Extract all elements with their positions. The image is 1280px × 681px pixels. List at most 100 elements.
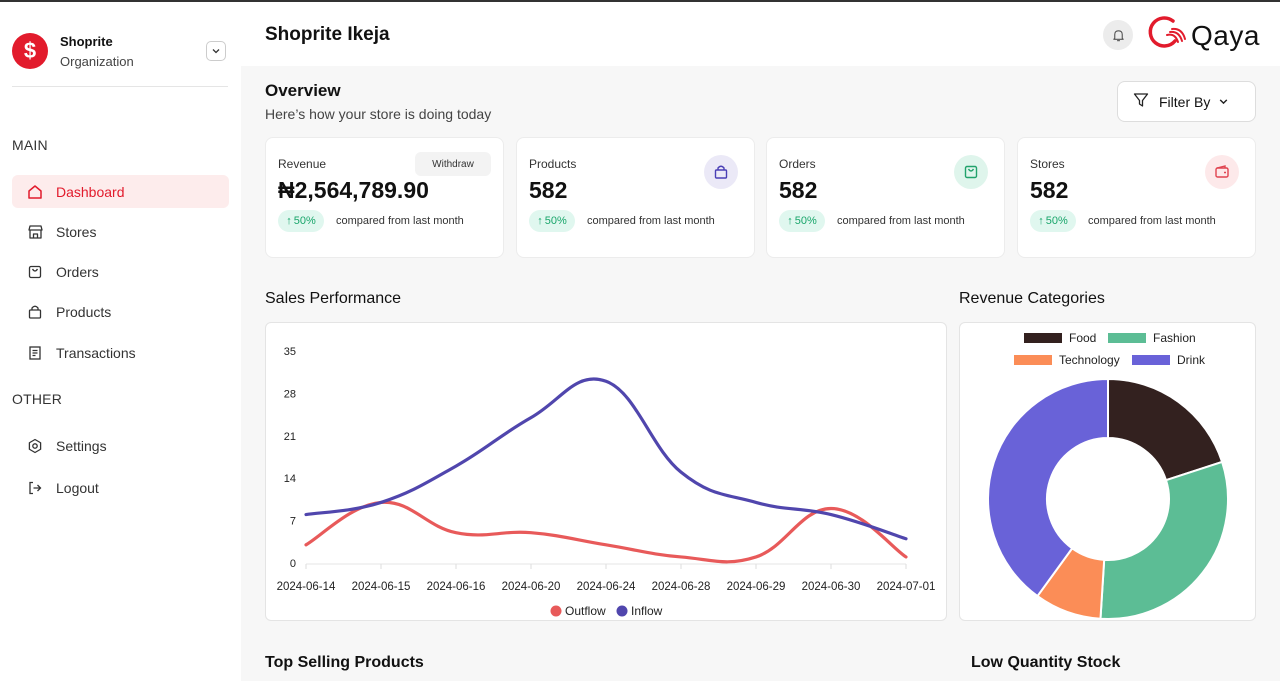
overview-title: Overview (265, 81, 341, 100)
series-line-inflow (304, 377, 908, 541)
stat-value: ₦2,564,789.90 (278, 177, 429, 203)
stat-compare-text: compared from last month (837, 215, 965, 227)
legend-label[interactable]: Outflow (565, 604, 606, 618)
sidebar-item-label: Settings (56, 437, 107, 454)
sidebar-item-label: Orders (56, 263, 99, 280)
y-tick-label: 0 (290, 558, 296, 570)
y-tick-label: 35 (284, 346, 296, 358)
main-content: Shoprite Ikeja Qaya Overview Here’s how … (241, 2, 1280, 681)
growth-value: 50% (544, 215, 567, 227)
growth-badge: ↑ 50% (529, 210, 575, 232)
x-tick-label: 2024-06-30 (802, 581, 861, 593)
legend-label[interactable]: Inflow (631, 604, 663, 618)
overview-subtitle: Here’s how your store is doing today (265, 106, 492, 122)
arrow-up-icon: ↑ (1038, 215, 1044, 227)
receipt-icon (26, 344, 44, 362)
section-label-other: OTHER (12, 391, 62, 407)
stat-card-products: Products 582 ↑ 50% compared from last mon… (516, 137, 755, 258)
page-title: Shoprite Ikeja (265, 24, 390, 45)
bell-icon[interactable] (1103, 20, 1133, 50)
stat-value: 582 (529, 177, 568, 203)
chevron-down-icon (1218, 94, 1229, 110)
sidebar-item-settings[interactable]: Settings (12, 429, 229, 462)
wallet-icon (1205, 155, 1239, 189)
legend-label[interactable]: Drink (1177, 353, 1206, 367)
growth-value: 50% (1045, 215, 1068, 227)
home-icon (26, 183, 44, 201)
growth-value: 50% (794, 215, 817, 227)
brand: Qaya (1147, 13, 1260, 58)
stat-card-revenue: Revenue Withdraw ₦2,564,789.90 ↑ 50% comp… (265, 137, 504, 258)
bag-icon (26, 263, 44, 281)
x-tick-label: 2024-06-20 (502, 581, 561, 593)
sidebar-item-label: Transactions (56, 344, 136, 361)
settings-icon (26, 437, 44, 455)
revenue-donut-chart: Food Fashion Technology Drink (987, 331, 1229, 620)
sidebar-item-stores[interactable]: Stores (12, 215, 229, 248)
x-tick-label: 2024-07-01 (877, 581, 936, 593)
stat-value: 582 (1030, 177, 1069, 203)
org-subtitle: Organization (60, 54, 134, 69)
stat-compare-text: compared from last month (587, 215, 715, 227)
stat-compare-text: compared from last month (1088, 215, 1216, 227)
org-switcher[interactable]: $ Shoprite Organization (12, 33, 228, 87)
withdraw-button[interactable]: Withdraw (415, 152, 491, 176)
legend-label[interactable]: Food (1069, 331, 1096, 345)
logout-icon (26, 479, 44, 497)
sidebar-item-logout[interactable]: Logout (12, 471, 229, 504)
low-quantity-stock-title: Low Quantity Stock (971, 654, 1121, 671)
legend-swatch (1024, 333, 1062, 343)
sidebar: $ Shoprite Organization MAIN Dashboard S… (0, 2, 241, 681)
top-selling-products-title: Top Selling Products (265, 654, 424, 671)
stat-card-orders: Orders 582 ↑ 50% compared from last month (766, 137, 1005, 258)
bag-icon (704, 155, 738, 189)
stat-label: Orders (779, 157, 816, 171)
stat-compare-text: compared from last month (336, 215, 464, 227)
y-tick-label: 28 (284, 388, 296, 400)
sidebar-item-products[interactable]: Products (12, 295, 229, 328)
arrow-up-icon: ↑ (286, 215, 292, 227)
bag-check-icon (954, 155, 988, 189)
x-tick-label: 2024-06-14 (277, 581, 336, 593)
sidebar-item-orders[interactable]: Orders (12, 255, 229, 288)
sidebar-item-label: Dashboard (56, 183, 125, 200)
sidebar-item-label: Stores (56, 223, 97, 240)
slice-fashion (1099, 460, 1229, 620)
legend-marker (550, 605, 562, 617)
legend-label[interactable]: Fashion (1153, 331, 1196, 345)
legend-swatch (1132, 355, 1170, 365)
chevron-down-icon[interactable] (206, 41, 226, 61)
section-label-main: MAIN (12, 137, 48, 153)
y-tick-label: 21 (284, 431, 296, 443)
y-tick-label: 7 (290, 516, 296, 528)
x-tick-label: 2024-06-29 (727, 581, 786, 593)
org-logo: $ (12, 33, 48, 69)
sidebar-item-label: Products (56, 303, 112, 320)
stat-card-stores: Stores 582 ↑ 50% compared from last month (1017, 137, 1256, 258)
x-tick-label: 2024-06-24 (577, 581, 636, 593)
legend-swatch (1014, 355, 1052, 365)
revenue-chart-panel: Food Fashion Technology Drink (959, 322, 1256, 621)
growth-badge: ↑ 50% (779, 210, 825, 232)
x-tick-label: 2024-06-15 (352, 581, 411, 593)
sales-chart-panel: 0 7 14 21 28 35 2024-06-14 2024-06-15 2024-06-16… (265, 322, 947, 621)
filter-by-label: Filter By (1159, 93, 1211, 110)
filter-icon (1133, 92, 1149, 111)
store-icon (26, 223, 44, 241)
sidebar-item-label: Logout (56, 479, 99, 496)
filter-by-button[interactable]: Filter By (1117, 81, 1256, 122)
legend-swatch (1108, 333, 1146, 343)
growth-value: 50% (293, 215, 316, 227)
sidebar-item-transactions[interactable]: Transactions (12, 336, 229, 369)
growth-badge: ↑ 50% (1030, 210, 1076, 232)
x-tick-label: 2024-06-28 (652, 581, 711, 593)
y-tick-label: 14 (284, 473, 296, 485)
brand-name: Qaya (1191, 19, 1260, 51)
sidebar-item-dashboard[interactable]: Dashboard (12, 175, 229, 208)
arrow-up-icon: ↑ (787, 215, 793, 227)
sales-performance-title: Sales Performance (265, 290, 402, 307)
legend-label[interactable]: Technology (1059, 353, 1120, 367)
lock-bag-icon (26, 303, 44, 321)
stat-label: Revenue (278, 157, 327, 171)
sales-line-chart: 0 7 14 21 28 35 2024-06-14 2024-06-15 2024-06-16… (277, 346, 936, 618)
